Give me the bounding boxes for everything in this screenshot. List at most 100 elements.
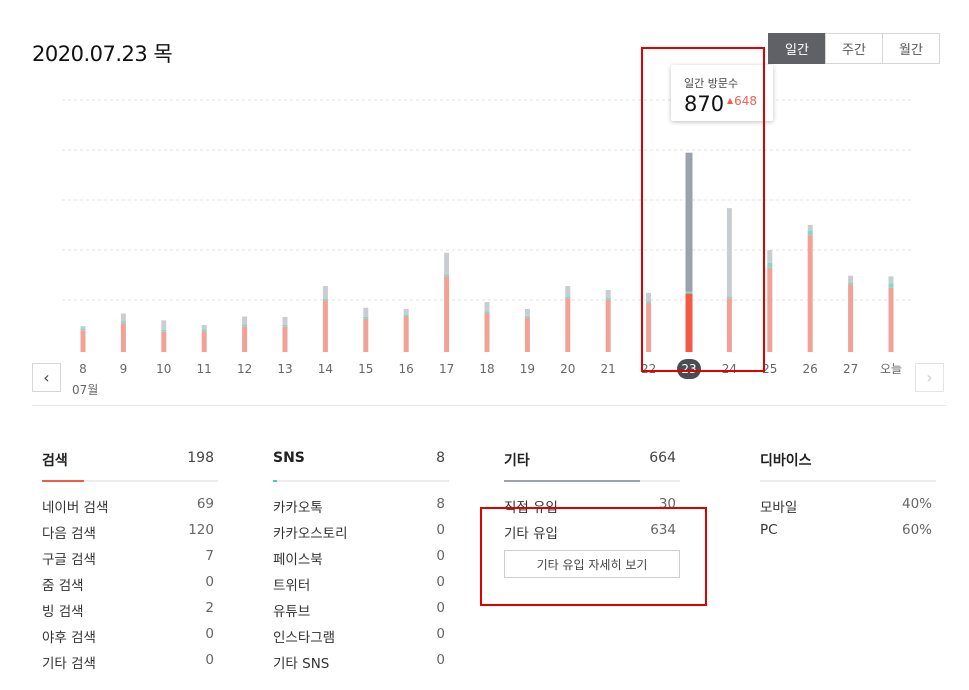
bar-segment-11-0: [201, 331, 207, 352]
table-row: 유튜브 0: [273, 594, 449, 620]
sns-column-header: SNS 8: [273, 448, 449, 482]
row-label: 빙 검색: [42, 604, 84, 620]
bar-segment-20-0: [565, 298, 571, 352]
bar-segment-24-1: [726, 296, 732, 299]
month-label: 07월: [72, 383, 99, 397]
bar-segment-9-2: [120, 313, 126, 322]
row-value: 0: [205, 574, 214, 590]
table-row: 구글 검색 7: [42, 542, 218, 568]
row-value: 0: [436, 626, 445, 642]
x-tick-label-9: 9: [120, 362, 128, 376]
bar-segment-23-2: [685, 152, 693, 292]
search-column-header: 검색 198: [42, 448, 218, 482]
row-label: 구글 검색: [42, 552, 96, 568]
other-column-title: 기타: [504, 453, 530, 469]
row-value: 60%: [901, 522, 932, 538]
bar-segment-12-2: [242, 316, 248, 325]
chevron-right-icon: ›: [926, 368, 933, 387]
device-rows: 모바일 40% PC 60%: [760, 482, 936, 542]
tooltip-delta: ▲648: [727, 94, 757, 108]
row-label: 인스타그램: [273, 630, 336, 646]
x-tick-label-14: 14: [318, 362, 333, 376]
bar-segment-21-0: [605, 299, 611, 352]
row-value: 0: [205, 626, 214, 642]
other-share-bar: [504, 480, 640, 482]
other-rows: 직접 유입 30 기타 유입 634: [504, 482, 680, 542]
table-row: 빙 검색 2: [42, 594, 218, 620]
bar-segment-23-0: [685, 293, 693, 352]
x-tick-label-23: 23: [681, 362, 696, 376]
row-label: 카카오톡: [273, 500, 323, 516]
device-column-header: 디바이스: [760, 448, 936, 482]
chart-tooltip: 일간 방문수 870 ▲648: [671, 65, 773, 121]
table-row: 다음 검색 120: [42, 516, 218, 542]
bar-segment-16-0: [403, 316, 409, 352]
bar-segment-9-1: [120, 321, 126, 324]
tooltip-delta-value: 648: [734, 94, 758, 108]
row-label: 기타 SNS: [273, 656, 330, 672]
row-label: 줌 검색: [42, 578, 84, 594]
bar-segment-오늘-1: [888, 283, 894, 288]
bar-segment-16-1: [403, 314, 409, 317]
row-label: PC: [760, 522, 778, 538]
row-label: 기타 검색: [42, 656, 96, 672]
bar-segment-18-2: [484, 302, 490, 312]
x-tick-label-16: 16: [399, 362, 414, 376]
row-value: 634: [650, 522, 676, 538]
row-value: 2: [205, 600, 214, 616]
bar-segment-22-1: [646, 300, 652, 303]
table-row: 야후 검색 0: [42, 620, 218, 646]
bar-segment-26-1: [807, 230, 813, 236]
table-row: 카카오스토리 0: [273, 516, 449, 542]
bar-segment-8-0: [80, 330, 86, 352]
bar-segment-17-0: [444, 276, 450, 352]
x-tick-label-18: 18: [479, 362, 494, 376]
bar-segment-13-0: [282, 326, 288, 352]
device-column-title: 디바이스: [760, 453, 812, 469]
row-label: 기타 유입: [504, 526, 558, 542]
bar-segment-21-1: [605, 297, 611, 300]
table-row: 기타 SNS 0: [273, 646, 449, 672]
search-share-bar: [42, 480, 84, 482]
bar-segment-25-2: [767, 250, 773, 263]
row-value: 0: [436, 522, 445, 538]
bar-segment-15-2: [363, 307, 369, 317]
other-inflow-detail-button[interactable]: 기타 유입 자세히 보기: [504, 550, 680, 578]
bar-segment-19-0: [524, 317, 530, 352]
bar-segment-19-2: [524, 308, 530, 316]
prev-period-button[interactable]: ‹: [32, 363, 61, 392]
row-label: 직접 유입: [504, 500, 558, 516]
bar-segment-18-0: [484, 313, 490, 352]
x-tick-label-25: 25: [762, 362, 777, 376]
bar-segment-26-2: [807, 224, 813, 231]
bar-segment-24-2: [726, 208, 732, 297]
arrow-up-icon: ▲: [727, 96, 734, 105]
table-row: 인스타그램 0: [273, 620, 449, 646]
bar-segment-13-1: [282, 324, 288, 327]
other-column-total: 664: [649, 450, 676, 466]
row-value: 7: [205, 548, 214, 564]
other-column-header: 기타 664: [504, 448, 680, 482]
bar-segment-8-2: [80, 326, 86, 329]
row-label: 모바일: [760, 500, 798, 516]
bar-segment-14-2: [322, 286, 328, 299]
bar-segment-27-2: [848, 275, 854, 283]
bar-segment-27-1: [848, 282, 854, 285]
sns-rows: 카카오톡 8 카카오스토리 0 페이스북 0 트위터 0 유튜브 0 인스타그램 0 기타 …: [273, 482, 449, 672]
row-value: 0: [205, 652, 214, 668]
row-value: 120: [188, 522, 214, 538]
bar-segment-17-2: [444, 252, 450, 275]
next-period-button[interactable]: ›: [915, 363, 944, 392]
row-value: 0: [436, 600, 445, 616]
tooltip-value: 870: [684, 92, 725, 116]
row-value: 30: [658, 496, 676, 512]
row-value: 0: [436, 548, 445, 564]
section-divider: [32, 405, 946, 406]
bar-segment-26-0: [807, 235, 813, 352]
row-value: 8: [436, 496, 445, 512]
bar-segment-10-0: [161, 331, 167, 352]
bar-segment-27-0: [848, 284, 854, 352]
bar-segment-17-1: [444, 274, 450, 277]
table-row: 직접 유입 30: [504, 490, 680, 516]
row-value: 0: [436, 652, 445, 668]
